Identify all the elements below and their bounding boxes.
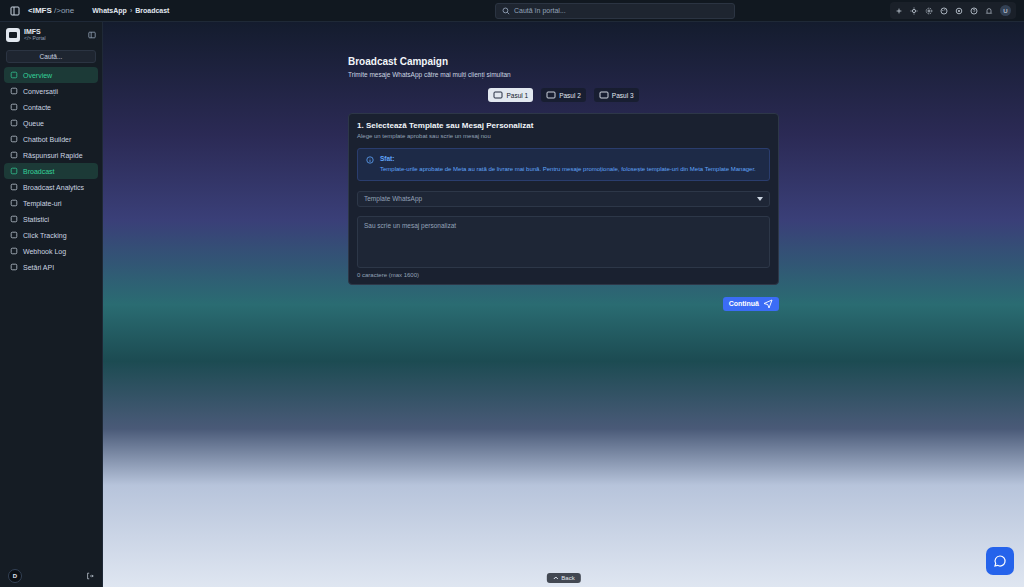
settings-icon[interactable] [955, 7, 963, 15]
logout-icon[interactable] [86, 572, 94, 580]
send-icon [763, 299, 773, 309]
info-icon [366, 156, 374, 164]
menu-item-icon [10, 119, 18, 127]
sidebar-search[interactable]: Caută... [6, 50, 96, 63]
continue-button[interactable]: Continuă [723, 297, 779, 311]
dropdown-icon [757, 197, 763, 201]
logo[interactable]: <IMFS />one [28, 6, 74, 15]
sidebar-toggle-icon[interactable] [10, 6, 20, 16]
breadcrumb: WhatsApp›Broadcast [92, 7, 169, 14]
sidebar-menu: OverviewConversațiiContacteQueueChatbot … [4, 67, 98, 275]
sidebar-item[interactable]: Răspunsuri Rapide [4, 147, 98, 163]
sidebar-item[interactable]: Queue [4, 115, 98, 131]
sidebar-footer: D [4, 569, 98, 583]
menu-item-icon [10, 199, 18, 207]
character-counter: 0 caractere (max 1600) [357, 272, 770, 278]
menu-item-icon [10, 71, 18, 79]
help-icon[interactable] [970, 7, 978, 15]
chat-bubble-icon [993, 554, 1007, 568]
app: <IMFS />oneWhatsApp›BroadcastCaută în po… [0, 0, 1024, 587]
menu-item-icon [10, 167, 18, 175]
menu-item-icon [10, 183, 18, 191]
step-tab[interactable]: Pasul 2 [541, 88, 586, 102]
sidebar-item[interactable]: Conversații [4, 83, 98, 99]
sidebar-item[interactable]: Setări API [4, 259, 98, 275]
step-list: Pasul 1 Pasul 2 Pasul 3 [348, 88, 779, 102]
menu-item-icon [10, 87, 18, 95]
breadcrumb-item: Broadcast [135, 7, 169, 14]
top-bar: <IMFS />one WhatsApp›Broadcast Caută în po… [0, 0, 1024, 22]
chat-button[interactable] [986, 547, 1014, 575]
page-subtitle: Trimite mesaje WhatsApp către mai mulți … [348, 71, 779, 78]
tip-text: Template-urile aprobate de Meta au rată … [380, 165, 756, 174]
sidebar-item[interactable]: Chatbot Builder [4, 131, 98, 147]
sidebar-item[interactable]: Click Tracking [4, 227, 98, 243]
template-card: 1. Selectează Template sau Mesaj Persona… [348, 113, 779, 285]
gear-icon[interactable] [925, 7, 933, 15]
sidebar-item[interactable]: Contacte [4, 99, 98, 115]
broadcast-wizard: Broadcast Campaign Trimite mesaje WhatsAp… [348, 56, 779, 311]
step-icon [546, 90, 556, 100]
collapse-icon[interactable] [88, 31, 96, 39]
portal-search[interactable]: Caută în portal... [495, 3, 735, 19]
search-icon [502, 7, 510, 15]
step-icon [599, 90, 609, 100]
sidebar-header: IMFS</> Portal [4, 28, 98, 42]
sidebar: IMFS</> Portal Caută... OverviewConversați… [0, 22, 103, 587]
bell-icon[interactable] [985, 7, 993, 15]
menu-item-icon [10, 231, 18, 239]
toolbar: U [890, 2, 1016, 19]
card-title: 1. Selectează Template sau Mesaj Persona… [357, 121, 770, 130]
sidebar-item[interactable]: Webhook Log [4, 243, 98, 259]
back-button[interactable]: Back [546, 573, 580, 583]
menu-item-icon [10, 103, 18, 111]
step-tab[interactable]: Pasul 1 [488, 88, 533, 102]
sidebar-item[interactable]: Broadcast Analytics [4, 179, 98, 195]
template-select[interactable]: Template WhatsApp [357, 191, 770, 207]
sidebar-item[interactable]: Broadcast [4, 163, 98, 179]
brand-icon [6, 28, 20, 42]
breadcrumb-item[interactable]: WhatsApp [92, 7, 127, 14]
menu-item-icon [10, 151, 18, 159]
step-tab[interactable]: Pasul 3 [594, 88, 639, 102]
menu-item-icon [10, 263, 18, 271]
message-input[interactable]: Sau scrie un mesaj personalizat [357, 216, 770, 268]
tip-box: Sfat: Template-urile aprobate de Meta au … [357, 148, 770, 181]
card-subtitle: Alege un template aprobat sau scrie un m… [357, 133, 770, 139]
plus-icon[interactable] [895, 7, 903, 15]
user-avatar[interactable]: D [8, 569, 22, 583]
page-title: Broadcast Campaign [348, 56, 779, 67]
chevron-up-icon [552, 575, 558, 581]
brand-name: IMFS [24, 28, 84, 36]
menu-item-icon [10, 247, 18, 255]
sun-icon[interactable] [910, 7, 918, 15]
step-icon [493, 90, 503, 100]
sidebar-item[interactable]: Overview [4, 67, 98, 83]
palette-icon[interactable] [940, 7, 948, 15]
tip-title: Sfat: [380, 155, 756, 162]
breadcrumb-separator: › [130, 7, 132, 14]
brand-subtitle: </> Portal [24, 36, 84, 42]
menu-item-icon [10, 135, 18, 143]
sidebar-item[interactable]: Statistici [4, 211, 98, 227]
user-avatar[interactable]: U [1000, 5, 1011, 16]
menu-item-icon [10, 215, 18, 223]
main-area: Broadcast Campaign Trimite mesaje WhatsAp… [103, 22, 1024, 587]
sidebar-item[interactable]: Template-uri [4, 195, 98, 211]
